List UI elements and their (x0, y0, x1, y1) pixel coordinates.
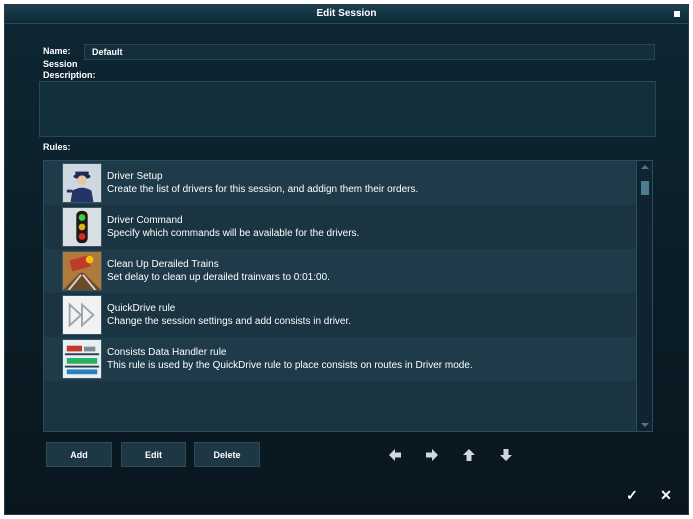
rules-label: Rules: (43, 142, 71, 152)
driver-person-icon (62, 163, 102, 203)
maximize-icon[interactable] (674, 11, 680, 17)
fast-forward-icon (62, 295, 102, 335)
rule-item-quickdrive[interactable]: QuickDrive rule Change the session setti… (44, 293, 636, 337)
consists-train-icon (62, 339, 102, 379)
edit-button[interactable]: Edit (121, 442, 186, 467)
add-button[interactable]: Add (46, 442, 112, 467)
edit-session-window: Edit Session Name: Default Session Descr… (4, 4, 689, 515)
rule-item-consists-data-handler[interactable]: Consists Data Handler rule This rule is … (44, 337, 636, 381)
rule-item-driver-command[interactable]: Driver Command Specify which commands wi… (44, 205, 636, 249)
window-title: Edit Session (316, 8, 377, 19)
rules-list[interactable]: Driver Setup Create the list of drivers … (43, 160, 653, 432)
rule-name: Clean Up Derailed Trains (107, 259, 219, 270)
title-bar: Edit Session (5, 5, 688, 24)
rule-description: Change the session settings and add cons… (107, 316, 352, 327)
rule-name: Consists Data Handler rule (107, 347, 227, 358)
traffic-signal-icon (62, 207, 102, 247)
rule-item-driver-setup[interactable]: Driver Setup Create the list of drivers … (44, 161, 636, 205)
checkmark-icon[interactable]: ✓ (621, 484, 643, 506)
rule-name: Driver Command (107, 215, 183, 226)
session-description-label-line2: Description: (43, 70, 96, 80)
scroll-down-icon[interactable] (641, 423, 649, 427)
rule-description: Specify which commands will be available… (107, 228, 360, 239)
session-description-label-line1: Session (43, 59, 78, 69)
rule-item-clean-up-derailed-trains[interactable]: Clean Up Derailed Trains Set delay to cl… (44, 249, 636, 293)
name-label: Name: (43, 46, 71, 56)
name-field[interactable]: Default (84, 44, 655, 60)
arrow-up-icon[interactable] (462, 448, 476, 462)
rule-description: Set delay to clean up derailed trainvars… (107, 272, 330, 283)
rules-scrollbar[interactable] (636, 161, 652, 431)
arrow-left-icon[interactable] (388, 448, 402, 462)
rule-description: Create the list of drivers for this sess… (107, 184, 419, 195)
scroll-up-icon[interactable] (641, 165, 649, 169)
derailed-train-icon (62, 251, 102, 291)
arrow-right-icon[interactable] (425, 448, 439, 462)
rule-name: Driver Setup (107, 171, 163, 182)
delete-button[interactable]: Delete (194, 442, 260, 467)
rule-name: QuickDrive rule (107, 303, 176, 314)
close-icon[interactable]: ✕ (655, 484, 677, 506)
scroll-thumb[interactable] (641, 181, 649, 195)
arrow-down-icon[interactable] (499, 448, 513, 462)
session-description-field[interactable] (39, 81, 656, 137)
rule-description: This rule is used by the QuickDrive rule… (107, 360, 473, 371)
